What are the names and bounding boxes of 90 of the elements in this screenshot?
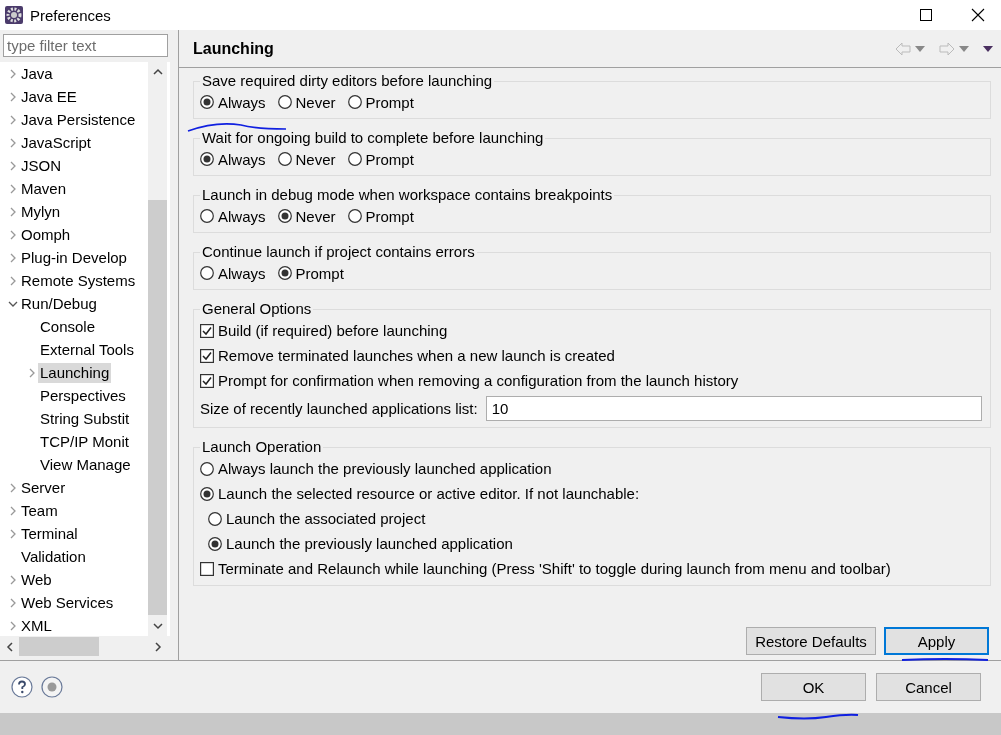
radio-label: Never (295, 93, 336, 111)
radio-label: Always launch the previously launched application (218, 460, 552, 477)
scroll-up-icon[interactable] (152, 68, 163, 76)
radio-button[interactable] (208, 536, 222, 551)
tree-item[interactable]: String Substit (38, 408, 132, 429)
radio-button[interactable] (200, 95, 214, 109)
scroll-right-icon[interactable] (153, 641, 162, 652)
radio-button[interactable] (347, 152, 362, 166)
help-icon[interactable] (11, 676, 33, 698)
tree-item[interactable]: Java (19, 63, 55, 84)
tree-item[interactable]: Java Persistence (19, 109, 138, 130)
tree-item[interactable]: Terminal (19, 523, 80, 544)
checkbox-label: Build (if required) before launching (218, 322, 448, 339)
dropdown-icon[interactable] (959, 45, 969, 52)
tree-item[interactable]: Console (38, 316, 98, 337)
radio-label: Always (218, 264, 266, 282)
field-label: Size of recently launched applications list: (200, 399, 478, 417)
radio-label: Always (218, 93, 266, 111)
radio-button[interactable] (347, 209, 362, 223)
record-icon[interactable] (41, 676, 63, 698)
radio-button[interactable] (277, 152, 292, 166)
tree-item[interactable]: Java EE (19, 86, 79, 107)
radio-button[interactable] (200, 209, 214, 223)
gear-icon (4, 5, 24, 25)
dialog-button[interactable]: Cancel (876, 673, 981, 701)
tree-item[interactable]: TCP/IP Monit (38, 431, 131, 452)
scroll-down-icon[interactable] (152, 622, 163, 630)
radio-label: Always (218, 150, 266, 168)
tree-item[interactable]: Mylyn (19, 201, 63, 222)
tree-item[interactable]: Web Services (19, 592, 116, 613)
radio-button[interactable] (277, 95, 292, 109)
checkbox[interactable] (200, 348, 214, 363)
tree-item[interactable]: JavaScript (19, 132, 94, 153)
tree-item[interactable]: JSON (19, 155, 63, 176)
input-field[interactable]: 10 (485, 395, 982, 421)
group-title: Launch in debug mode when workspace contains breakpoints (201, 186, 614, 204)
group-title: Wait for ongoing build to complete before launching (201, 129, 545, 147)
radio-label: Always (218, 207, 266, 225)
tree-item[interactable]: External Tools (38, 339, 136, 360)
tree-item[interactable]: Remote Systems (19, 270, 138, 291)
checkbox-label: Remove terminated launches when a new launch is created (218, 347, 615, 364)
tree-item[interactable]: Maven (19, 178, 69, 199)
scroll-left-icon[interactable] (5, 641, 14, 652)
tree-item[interactable]: XML (19, 615, 54, 636)
radio-label: Launch the previously launched application (226, 535, 513, 552)
menu-icon[interactable] (983, 45, 993, 52)
page-button[interactable]: Apply (884, 627, 989, 655)
radio-label: Launch the selected resource or active editor. If not launchable: (218, 485, 640, 502)
radio-label: Never (295, 150, 336, 168)
tree-item[interactable]: Plug-in Develop (19, 247, 129, 268)
radio-button[interactable] (208, 511, 222, 526)
radio-label: Prompt (295, 264, 344, 282)
tree-item[interactable]: Server (19, 477, 68, 498)
page-button[interactable]: Restore Defaults (746, 627, 876, 655)
radio-button[interactable] (200, 152, 214, 166)
maximize-icon[interactable] (920, 9, 932, 21)
checkbox[interactable] (200, 373, 214, 388)
checkbox[interactable] (200, 561, 214, 576)
checkbox-label: Terminate and Relaunch while launching (Press 'Shift' to toggle during launch from menu and toolbar) (218, 560, 891, 577)
checkbox-label: Prompt for confirmation when removing a configuration from the launch history (218, 372, 739, 389)
tree-item[interactable]: Validation (19, 546, 88, 567)
close-icon[interactable] (971, 8, 985, 22)
window-title: Preferences (30, 6, 111, 24)
tree-item[interactable]: Team (19, 500, 60, 521)
group-title: Continue launch if project contains errors (201, 243, 476, 261)
tree-item[interactable]: View Manage (38, 454, 133, 475)
radio-label: Prompt (365, 150, 414, 168)
group-title: Launch Operation (201, 438, 323, 456)
radio-label: Launch the associated project (226, 510, 426, 527)
radio-button[interactable] (200, 461, 214, 476)
radio-label: Prompt (365, 93, 414, 111)
dropdown-icon[interactable] (915, 45, 925, 52)
tree-item[interactable]: Web (19, 569, 54, 590)
radio-button[interactable] (200, 266, 214, 280)
filter-field[interactable]: type filter text (3, 34, 168, 57)
group-title: Save required dirty editors before launching (201, 72, 494, 90)
radio-button[interactable] (277, 209, 292, 223)
page-title: Launching (193, 39, 275, 58)
radio-button[interactable] (200, 486, 214, 501)
tree-item[interactable]: Perspectives (38, 385, 128, 406)
radio-label: Prompt (365, 207, 414, 225)
radio-button[interactable] (277, 266, 292, 280)
radio-button[interactable] (347, 95, 362, 109)
group-title: General Options (201, 300, 313, 318)
tree-item[interactable]: Oomph (19, 224, 73, 245)
checkbox[interactable] (200, 323, 214, 338)
tree-item[interactable]: Run/Debug (19, 293, 99, 314)
tree-item[interactable]: Launching (38, 362, 112, 383)
dialog-button[interactable]: OK (761, 673, 866, 701)
radio-label: Never (295, 207, 336, 225)
